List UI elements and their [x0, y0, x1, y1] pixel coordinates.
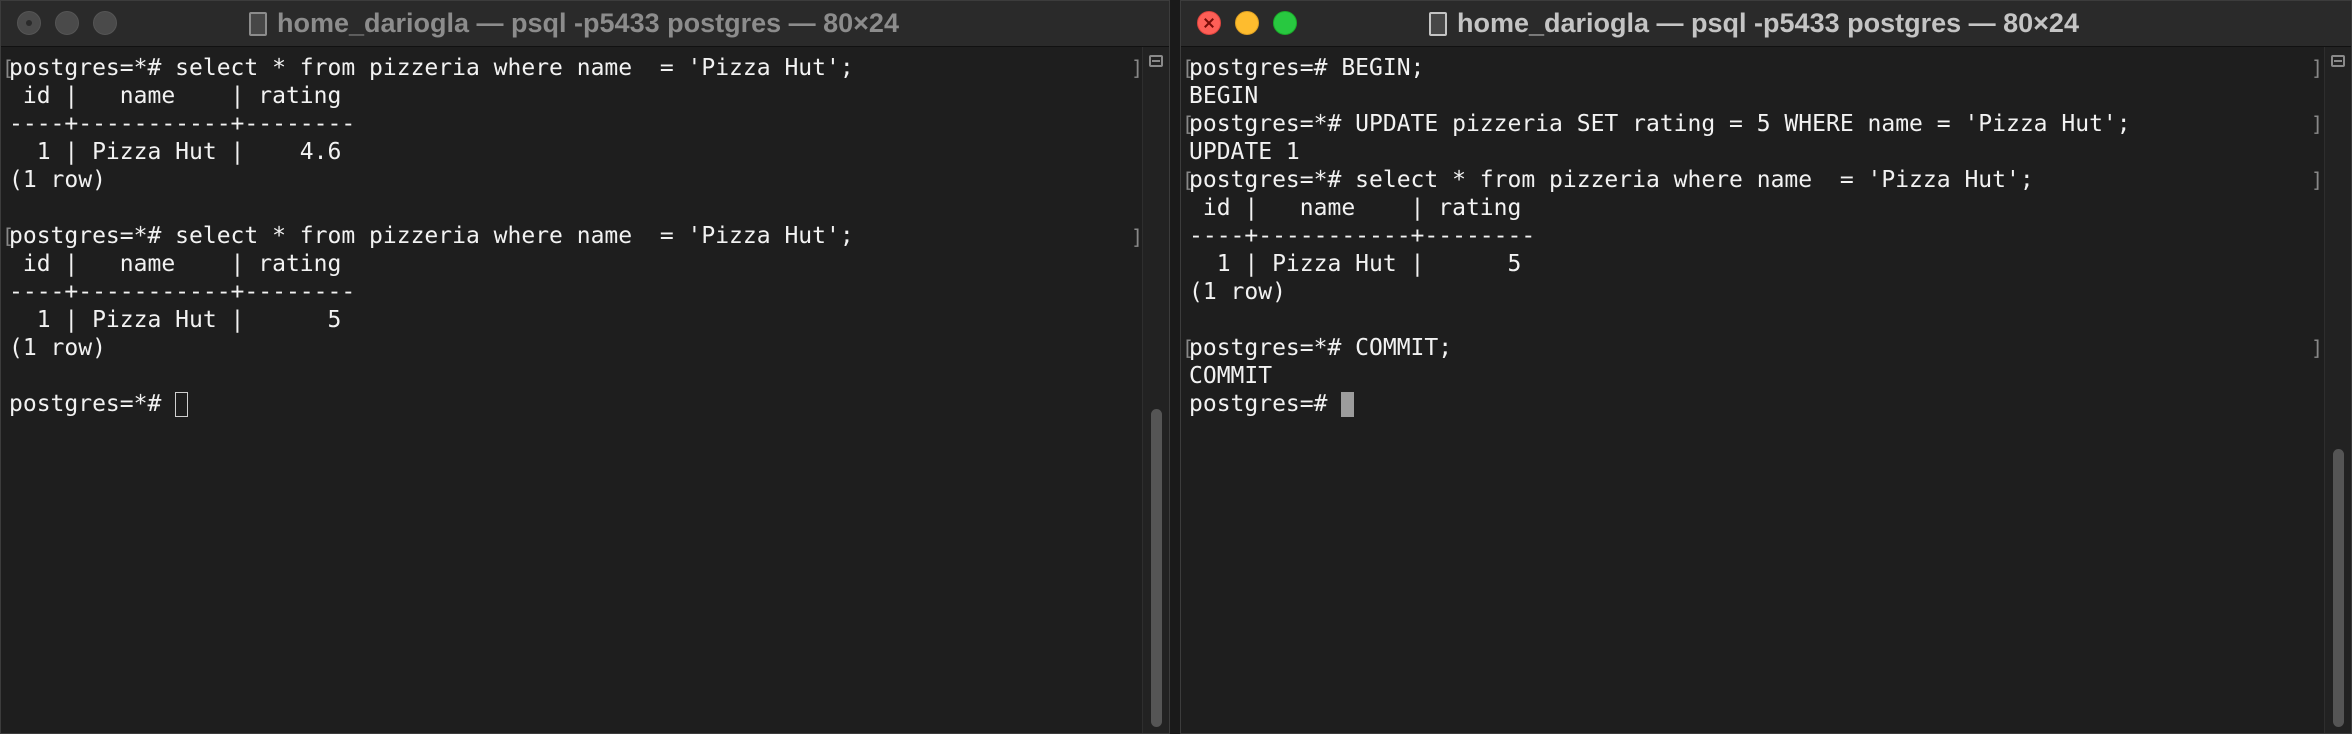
row-count: (1 row) [1189, 279, 1286, 305]
scrollbar[interactable] [1142, 47, 1169, 733]
terminal-content[interactable]: [postgres=*# select * from pizzeria wher… [1, 47, 1169, 733]
prompt-mark: [ [2, 224, 15, 248]
command-line: [postgres=*# select * from pizzeria wher… [2, 55, 854, 81]
command-output: BEGIN [1189, 83, 1259, 109]
terminal-content[interactable]: [postgres=# BEGIN; BEGIN [postgres=*# UP… [1181, 47, 2351, 733]
window-controls [1197, 11, 1311, 35]
window-title-text: home_dariogla — psql -p5433 postgres — 8… [277, 8, 899, 38]
terminal-output: [postgres=*# select * from pizzeria wher… [2, 54, 854, 418]
close-icon[interactable] [1197, 11, 1221, 35]
terminal-output: [postgres=# BEGIN; BEGIN [postgres=*# UP… [1182, 54, 2131, 418]
table-row: 1 | Pizza Hut | 5 [9, 307, 342, 333]
line-end-mark: ] [2311, 56, 2324, 80]
table-row: 1 | Pizza Hut | 4.6 [9, 139, 342, 165]
text-cursor [1341, 392, 1355, 417]
line-end-mark: ] [2311, 168, 2324, 192]
scrollbar-menu-icon[interactable] [2331, 55, 2345, 67]
zoom-icon[interactable] [93, 11, 117, 35]
command-line: [postgres=*# UPDATE pizzeria SET rating … [1182, 111, 2131, 137]
text-cursor [175, 392, 189, 417]
document-icon [1429, 11, 1447, 36]
command-line: [postgres=# BEGIN; [1182, 55, 1425, 81]
close-icon[interactable] [17, 11, 41, 35]
terminal-window-right[interactable]: home_dariogla — psql -p5433 postgres — 8… [1180, 0, 2352, 734]
scrollbar-thumb[interactable] [2333, 449, 2344, 727]
command-output: UPDATE 1 [1189, 139, 1300, 165]
row-count: (1 row) [9, 335, 106, 361]
prompt-mark: [ [1182, 56, 1195, 80]
table-separator: ----+-----------+-------- [1189, 223, 1536, 249]
scrollbar-thumb[interactable] [1151, 409, 1162, 727]
table-header: id | name | rating [1189, 195, 1522, 221]
document-icon [249, 11, 267, 36]
command-line: [postgres=*# COMMIT; [1182, 335, 1453, 361]
window-title: home_dariogla — psql -p5433 postgres — 8… [249, 1, 899, 46]
table-row: 1 | Pizza Hut | 5 [1189, 251, 1522, 277]
minimize-icon[interactable] [1235, 11, 1259, 35]
window-controls [17, 11, 131, 35]
prompt-line[interactable]: postgres=*# [9, 390, 854, 418]
command-line: [postgres=*# select * from pizzeria wher… [1182, 167, 2034, 193]
table-separator: ----+-----------+-------- [9, 111, 356, 137]
window-title-text: home_dariogla — psql -p5433 postgres — 8… [1457, 8, 2079, 38]
terminal-window-left[interactable]: home_dariogla — psql -p5433 postgres — 8… [0, 0, 1170, 734]
minimize-icon[interactable] [55, 11, 79, 35]
line-end-mark: ] [2311, 112, 2324, 136]
prompt-line[interactable]: postgres=# [1189, 390, 2131, 418]
command-output: COMMIT [1189, 363, 1273, 389]
prompt-mark: [ [2, 56, 15, 80]
row-count: (1 row) [9, 167, 106, 193]
prompt-mark: [ [1182, 112, 1195, 136]
line-end-mark: ] [2311, 336, 2324, 360]
scrollbar-menu-icon[interactable] [1149, 55, 1163, 67]
zoom-icon[interactable] [1273, 11, 1297, 35]
scrollbar[interactable] [2324, 47, 2351, 733]
prompt-mark: [ [1182, 336, 1195, 360]
prompt-mark: [ [1182, 168, 1195, 192]
window-title: home_dariogla — psql -p5433 postgres — 8… [1429, 1, 2079, 46]
title-bar[interactable]: home_dariogla — psql -p5433 postgres — 8… [1181, 1, 2351, 47]
command-line: [postgres=*# select * from pizzeria wher… [2, 223, 854, 249]
table-header: id | name | rating [9, 83, 342, 109]
table-header: id | name | rating [9, 251, 342, 277]
table-separator: ----+-----------+-------- [9, 279, 356, 305]
title-bar[interactable]: home_dariogla — psql -p5433 postgres — 8… [1, 1, 1169, 47]
